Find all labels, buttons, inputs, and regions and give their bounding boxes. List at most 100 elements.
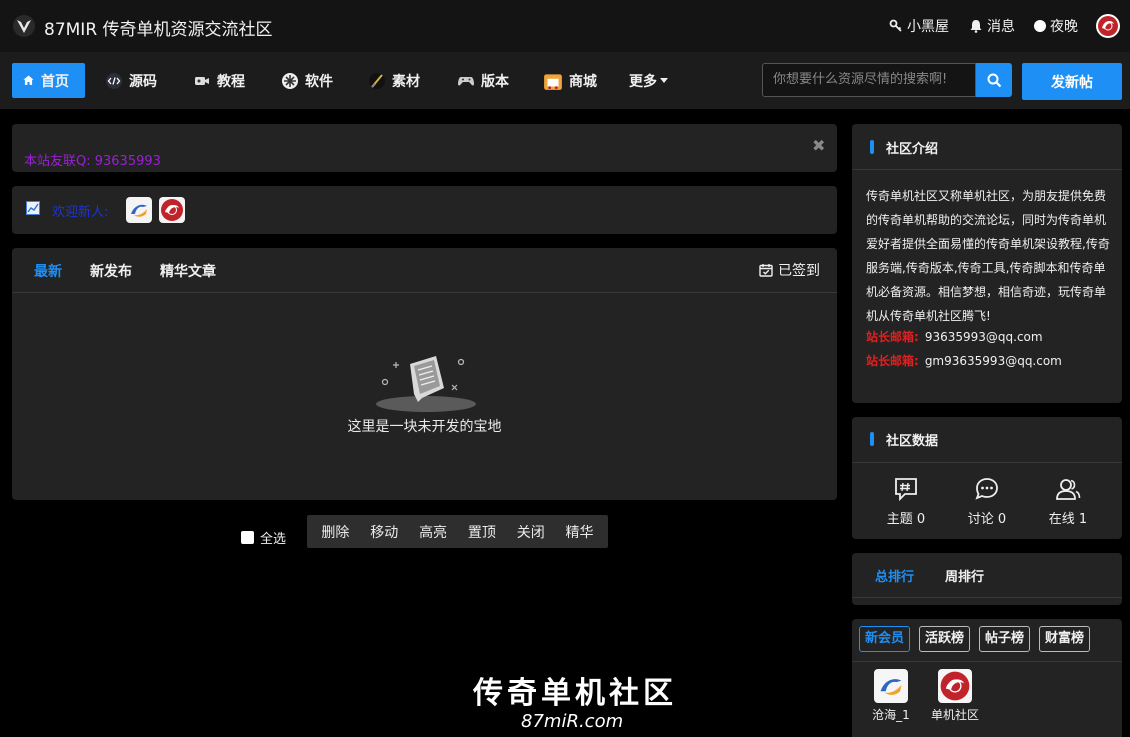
blacklist-label: 小黑屋 bbox=[907, 19, 949, 35]
select-all-checkbox[interactable]: 全选 bbox=[241, 528, 286, 547]
checkin-label: 已签到 bbox=[778, 263, 820, 279]
tab-new-posts[interactable]: 新发布 bbox=[90, 261, 132, 281]
stats-divider bbox=[852, 462, 1122, 463]
calendar-check-icon bbox=[759, 264, 773, 277]
tab-weekly-rank[interactable]: 周排行 bbox=[945, 566, 984, 585]
watermark-url: 87miR.com bbox=[521, 711, 624, 732]
tab-overall-rank[interactable]: 总排行 bbox=[875, 566, 914, 585]
feature-button[interactable]: 精华 bbox=[566, 522, 594, 542]
nav-source[interactable]: 源码 bbox=[95, 63, 167, 98]
member-item[interactable]: 单机社区 bbox=[925, 669, 985, 723]
watermark-title: 传奇单机社区 bbox=[473, 676, 677, 711]
stat-online: 在线 1 bbox=[1033, 476, 1103, 527]
chart-icon bbox=[26, 201, 40, 215]
nav-software-label: 软件 bbox=[305, 73, 333, 90]
mail-value[interactable]: gm93635993@qq.com bbox=[925, 354, 1062, 368]
move-button[interactable]: 移动 bbox=[370, 522, 398, 542]
close-icon[interactable]: ✖ bbox=[812, 136, 825, 155]
intro-title: 社区介绍 bbox=[870, 138, 938, 157]
members-divider bbox=[852, 661, 1122, 662]
new-member-avatar[interactable] bbox=[126, 197, 152, 223]
site-title[interactable]: 87MIR 传奇单机资源交流社区 bbox=[44, 15, 273, 40]
nav-shop[interactable]: 商城 bbox=[533, 63, 607, 98]
nav-software[interactable]: 软件 bbox=[271, 63, 343, 98]
nav-version-label: 版本 bbox=[481, 73, 509, 90]
mail-key: 站长邮箱: bbox=[866, 354, 919, 368]
brush-icon bbox=[369, 72, 385, 89]
empty-document-icon bbox=[376, 356, 476, 412]
key-icon bbox=[889, 19, 902, 32]
gamepad-icon bbox=[458, 76, 474, 85]
nav-source-label: 源码 bbox=[129, 73, 157, 90]
tab-featured[interactable]: 精华文章 bbox=[160, 261, 216, 281]
checkin-button[interactable]: 已签到 bbox=[759, 260, 820, 280]
member-name[interactable]: 沧海_1 bbox=[861, 706, 921, 723]
tab-active-members[interactable]: 活跃榜 bbox=[919, 626, 971, 652]
nav-shop-label: 商城 bbox=[569, 73, 597, 90]
nav-tutorial[interactable]: 教程 bbox=[183, 63, 255, 98]
intro-divider bbox=[852, 169, 1122, 170]
welcome-label: 欢迎新人: bbox=[52, 205, 109, 220]
night-mode-label: 夜晚 bbox=[1050, 19, 1078, 35]
tab-post-ranking[interactable]: 帖子榜 bbox=[979, 626, 1031, 652]
user-avatar[interactable] bbox=[1096, 14, 1120, 38]
admin-mail-row: 站长邮箱: gm93635993@qq.com bbox=[866, 352, 1062, 369]
stat-discussions-label: 讨论 0 bbox=[967, 512, 1007, 527]
stat-topics: 主题 0 bbox=[871, 476, 941, 527]
shop-icon bbox=[544, 73, 562, 90]
bell-icon bbox=[970, 20, 982, 33]
topic-icon bbox=[895, 478, 917, 502]
notice-text[interactable]: 本站友联Q: 93635993 bbox=[24, 150, 161, 169]
rank-divider bbox=[852, 597, 1122, 598]
users-icon bbox=[1056, 479, 1081, 500]
feed-divider bbox=[12, 292, 837, 293]
member-item[interactable]: 沧海_1 bbox=[861, 669, 921, 723]
nav-material-label: 素材 bbox=[392, 73, 420, 90]
stat-topics-label: 主题 0 bbox=[886, 512, 926, 527]
moon-dot-icon bbox=[1034, 20, 1046, 32]
caret-down-icon bbox=[660, 77, 668, 83]
avatar[interactable] bbox=[874, 669, 908, 703]
checkbox[interactable] bbox=[241, 531, 254, 544]
empty-state-text: 这里是一块未开发的宝地 bbox=[347, 419, 502, 435]
search-icon bbox=[987, 73, 1001, 87]
messages-label: 消息 bbox=[987, 19, 1015, 35]
tab-wealth-ranking[interactable]: 财富榜 bbox=[1039, 626, 1091, 652]
home-icon bbox=[23, 75, 34, 85]
nav-tutorial-label: 教程 bbox=[217, 73, 245, 90]
software-icon bbox=[282, 72, 298, 89]
blacklist-link[interactable]: 小黑屋 bbox=[889, 0, 949, 52]
bulk-actions-bar: 删除 移动 高亮 置顶 关闭 精华 bbox=[307, 515, 608, 548]
messages-link[interactable]: 消息 bbox=[969, 0, 1015, 52]
nav-more[interactable]: 更多 bbox=[619, 63, 678, 98]
nav-material[interactable]: 素材 bbox=[358, 63, 430, 98]
mail-value[interactable]: 93635993@qq.com bbox=[925, 330, 1043, 344]
video-icon bbox=[195, 76, 209, 85]
new-member-avatar[interactable] bbox=[159, 197, 185, 223]
tab-latest[interactable]: 最新 bbox=[34, 261, 62, 281]
tab-new-members[interactable]: 新会员 bbox=[859, 626, 911, 652]
nav-version[interactable]: 版本 bbox=[447, 63, 519, 98]
night-mode-toggle[interactable]: 夜晚 bbox=[1034, 0, 1078, 52]
intro-text: 传奇单机社区又称单机社区，为朋友提供免费的传奇单机帮助的交流论坛，同时为传奇单机… bbox=[866, 189, 1110, 323]
highlight-button[interactable]: 高亮 bbox=[419, 522, 447, 542]
code-icon bbox=[106, 72, 122, 89]
admin-mail-row: 站长邮箱: 93635993@qq.com bbox=[866, 328, 1043, 345]
stat-online-label: 在线 1 bbox=[1048, 512, 1088, 527]
avatar[interactable] bbox=[938, 669, 972, 703]
stat-discussions: 讨论 0 bbox=[952, 476, 1022, 527]
member-name[interactable]: 单机社区 bbox=[925, 706, 985, 723]
stats-title: 社区数据 bbox=[870, 430, 938, 449]
nav-home[interactable]: 首页 bbox=[12, 63, 85, 98]
mail-key: 站长邮箱: bbox=[866, 330, 919, 344]
logo-icon[interactable] bbox=[12, 14, 36, 38]
search-button[interactable] bbox=[976, 63, 1012, 97]
close-button[interactable]: 关闭 bbox=[517, 522, 545, 542]
pin-button[interactable]: 置顶 bbox=[468, 522, 496, 542]
delete-button[interactable]: 删除 bbox=[321, 522, 349, 542]
new-post-button[interactable]: 发新帖 bbox=[1022, 63, 1122, 100]
chat-icon bbox=[975, 478, 998, 500]
select-all-label: 全选 bbox=[260, 532, 287, 547]
nav-home-label: 首页 bbox=[41, 73, 69, 90]
search-input[interactable]: 你想要什么资源尽情的搜索啊! bbox=[762, 63, 976, 97]
